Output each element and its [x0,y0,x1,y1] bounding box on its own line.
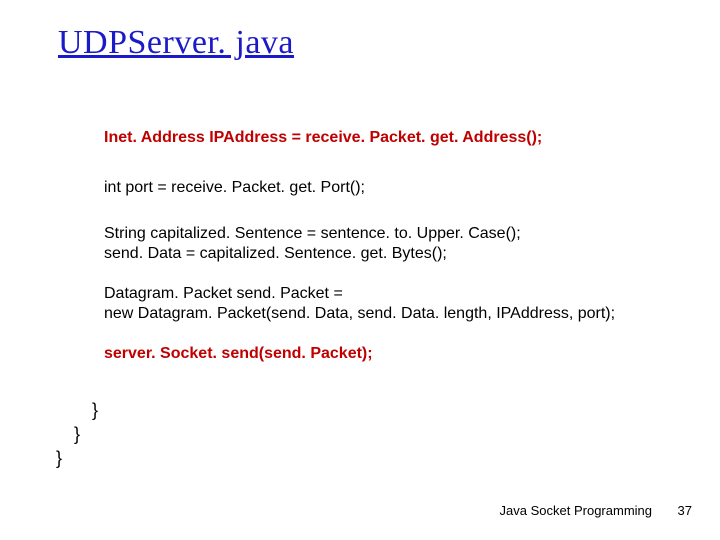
page-number: 37 [678,503,692,518]
slide: UDPServer. java Inet. Address IPAddress … [0,0,720,540]
code-line-capitalize: String capitalized. Sentence = sentence.… [104,224,521,264]
code-line-send: server. Socket. send(send. Packet); [104,344,373,364]
code-text: server. Socket. send(send. Packet); [104,345,373,362]
slide-title: UDPServer. java [58,24,294,62]
code-text: Inet. Address IPAddress = receive. Packe… [104,129,542,146]
code-line-datagram-packet: Datagram. Packet send. Packet = new Data… [104,284,615,324]
close-brace-middle: } [74,424,80,445]
footer-text: Java Socket Programming [500,503,652,518]
code-text: new Datagram. Packet(send. Data, send. D… [104,304,615,324]
code-text: String capitalized. Sentence = sentence.… [104,224,521,244]
code-text: int port = receive. Packet. get. Port(); [104,179,365,196]
close-brace-outer: } [56,448,62,469]
code-line-get-address: Inet. Address IPAddress = receive. Packe… [104,128,542,148]
code-line-get-port: int port = receive. Packet. get. Port(); [104,178,365,198]
code-text: Datagram. Packet send. Packet = [104,284,615,304]
close-brace-inner: } [92,400,98,421]
code-text: send. Data = capitalized. Sentence. get.… [104,244,521,264]
